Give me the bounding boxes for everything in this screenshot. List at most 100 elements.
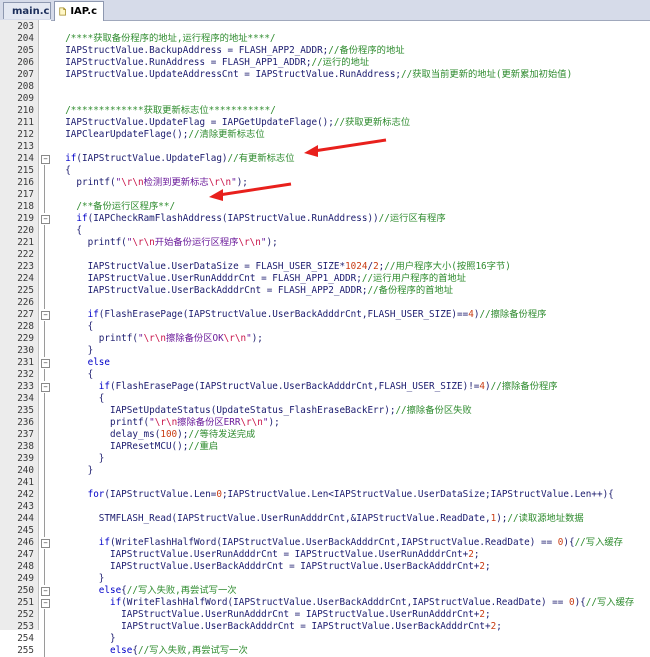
- code-line[interactable]: 254 }: [0, 633, 650, 645]
- code-line[interactable]: 209: [0, 93, 650, 105]
- fold-collapse-icon[interactable]: −: [41, 215, 50, 224]
- code-line[interactable]: 255 else{//写入失败,再尝试写一次: [0, 645, 650, 657]
- code-line[interactable]: 245: [0, 525, 650, 537]
- fold-collapse-icon[interactable]: −: [41, 311, 50, 320]
- code-text: }: [54, 453, 105, 464]
- code-line[interactable]: 242 for(IAPStructValue.Len=0;IAPStructVa…: [0, 489, 650, 501]
- code-line[interactable]: 227− if(FlashErasePage(IAPStructValue.Us…: [0, 309, 650, 321]
- code-text: {: [54, 321, 94, 332]
- code-line[interactable]: 224 IAPStructValue.UserRunAdddrCnt = FLA…: [0, 273, 650, 285]
- code-line[interactable]: 238 IAPResetMCU();//重启: [0, 441, 650, 453]
- code-line[interactable]: 235 IAPSetUpdateStatus(UpdateStatus_Flas…: [0, 405, 650, 417]
- code-line[interactable]: 239 }: [0, 453, 650, 465]
- code-line[interactable]: 226: [0, 297, 650, 309]
- code-text: IAPSetUpdateStatus(UpdateStatus_FlashEra…: [54, 405, 472, 416]
- code-text: printf("\r\n擦除备份区OK\r\n");: [54, 333, 263, 344]
- tab-label: IAP.c: [70, 6, 97, 17]
- code-line[interactable]: 208: [0, 81, 650, 93]
- fold-guide: [44, 177, 45, 189]
- code-line[interactable]: 250− else{//写入失败,再尝试写一次: [0, 585, 650, 597]
- code-line[interactable]: 206 IAPStructValue.RunAddress = FLASH_AP…: [0, 57, 650, 69]
- code-line[interactable]: 232 {: [0, 369, 650, 381]
- fold-collapse-icon[interactable]: −: [41, 599, 50, 608]
- line-number: 234: [17, 393, 34, 404]
- line-number: 219: [17, 213, 34, 224]
- annotation-arrow-icon: [209, 182, 292, 201]
- code-line[interactable]: 215 {: [0, 165, 650, 177]
- code-line[interactable]: 236 printf("\r\n擦除备份区ERR\r\n");: [0, 417, 650, 429]
- fold-guide: [44, 645, 45, 657]
- fold-guide: [44, 573, 45, 585]
- code-line[interactable]: 237 delay_ms(100);//等待发送完成: [0, 429, 650, 441]
- code-line[interactable]: 225 IAPStructValue.UserBackAdddrCnt = FL…: [0, 285, 650, 297]
- line-number: 230: [17, 345, 34, 356]
- code-text: IAPResetMCU();//重启: [54, 441, 219, 452]
- line-number: 246: [17, 537, 34, 548]
- tab-main-c[interactable]: main.c: [3, 2, 51, 19]
- code-line[interactable]: 204 /****获取备份程序的地址,运行程序的地址****/: [0, 33, 650, 45]
- line-number: 243: [17, 501, 34, 512]
- code-line[interactable]: 205 IAPStructValue.BackupAddress = FLASH…: [0, 45, 650, 57]
- line-number: 216: [17, 177, 34, 188]
- code-line[interactable]: 243: [0, 501, 650, 513]
- line-number: 225: [17, 285, 34, 296]
- fold-collapse-icon[interactable]: −: [41, 587, 50, 596]
- fold-collapse-icon[interactable]: −: [41, 383, 50, 392]
- code-editor[interactable]: 203 204 /****获取备份程序的地址,运行程序的地址****/205 IA…: [0, 20, 650, 657]
- fold-guide: [44, 453, 45, 465]
- fold-collapse-icon[interactable]: −: [41, 155, 50, 164]
- line-number: 248: [17, 561, 34, 572]
- code-line[interactable]: 211 IAPStructValue.UpdateFlag = IAPGetUp…: [0, 117, 650, 129]
- fold-collapse-icon[interactable]: −: [41, 359, 50, 368]
- code-text: else: [87, 357, 110, 368]
- code-line[interactable]: 246− if(WriteFlashHalfWord(IAPStructValu…: [0, 537, 650, 549]
- code-line[interactable]: 234 {: [0, 393, 650, 405]
- code-line[interactable]: 229 printf("\r\n擦除备份区OK\r\n");: [0, 333, 650, 345]
- code-text: printf("\r\n开始备份运行区程序\r\n");: [54, 237, 278, 248]
- code-text: if(IAPCheckRamFlashAddress(IAPStructValu…: [76, 213, 446, 224]
- code-line[interactable]: 248 IAPStructValue.UserBackAdddrCnt = IA…: [0, 561, 650, 573]
- fold-guide: [44, 345, 45, 357]
- code-line[interactable]: 223 IAPStructValue.UserDataSize = FLASH_…: [0, 261, 650, 273]
- code-line[interactable]: 241: [0, 477, 650, 489]
- code-line[interactable]: 251− if(WriteFlashHalfWord(IAPStructValu…: [0, 597, 650, 609]
- code-text: IAPStructValue.BackupAddress = FLASH_APP…: [54, 45, 405, 56]
- code-line[interactable]: 218 /**备份运行区程序**/: [0, 201, 650, 213]
- c-file-icon: [59, 7, 66, 16]
- code-line[interactable]: 253 IAPStructValue.UserBackAdddrCnt = IA…: [0, 621, 650, 633]
- code-text: for(IAPStructValue.Len=0;IAPStructValue.…: [87, 489, 614, 500]
- line-number: 222: [17, 249, 34, 260]
- code-text: /*************获取更新标志位***********/: [65, 105, 276, 116]
- file-tab-bar: main.c IAP.c: [0, 0, 650, 21]
- code-line[interactable]: 216 printf("\r\n检测到更新标志\r\n");: [0, 177, 650, 189]
- fold-guide: [44, 525, 45, 537]
- code-line[interactable]: 203: [0, 21, 650, 33]
- code-line[interactable]: 219− if(IAPCheckRamFlashAddress(IAPStruc…: [0, 213, 650, 225]
- code-line[interactable]: 217: [0, 189, 650, 201]
- fold-guide: [44, 513, 45, 525]
- code-line[interactable]: 252 IAPStructValue.UserRunAdddrCnt = IAP…: [0, 609, 650, 621]
- code-line[interactable]: 210 /*************获取更新标志位***********/: [0, 105, 650, 117]
- code-line[interactable]: 222: [0, 249, 650, 261]
- line-number: 215: [17, 165, 34, 176]
- tab-iap-c[interactable]: IAP.c: [54, 1, 104, 21]
- line-number: 255: [17, 645, 34, 656]
- code-line[interactable]: 247 IAPStructValue.UserRunAdddrCnt = IAP…: [0, 549, 650, 561]
- code-line[interactable]: 240 }: [0, 465, 650, 477]
- code-text: else{//写入失败,再尝试写一次: [98, 585, 237, 596]
- code-line[interactable]: 233− if(FlashErasePage(IAPStructValue.Us…: [0, 381, 650, 393]
- code-text: if(WriteFlashHalfWord(IAPStructValue.Use…: [109, 597, 635, 608]
- code-line[interactable]: 221 printf("\r\n开始备份运行区程序\r\n");: [0, 237, 650, 249]
- line-number: 242: [17, 489, 34, 500]
- code-line[interactable]: 249 }: [0, 573, 650, 585]
- code-line[interactable]: 244 STMFLASH_Read(IAPStructValue.UserRun…: [0, 513, 650, 525]
- code-line[interactable]: 228 {: [0, 321, 650, 333]
- line-number: 254: [17, 633, 34, 644]
- code-line[interactable]: 220 {: [0, 225, 650, 237]
- fold-guide: [44, 477, 45, 489]
- code-line[interactable]: 207 IAPStructValue.UpdateAddressCnt = IA…: [0, 69, 650, 81]
- code-line[interactable]: 230 }: [0, 345, 650, 357]
- code-line[interactable]: 231− else: [0, 357, 650, 369]
- code-text: IAPStructValue.UpdateFlag = IAPGetUpdate…: [54, 117, 411, 128]
- fold-collapse-icon[interactable]: −: [41, 539, 50, 548]
